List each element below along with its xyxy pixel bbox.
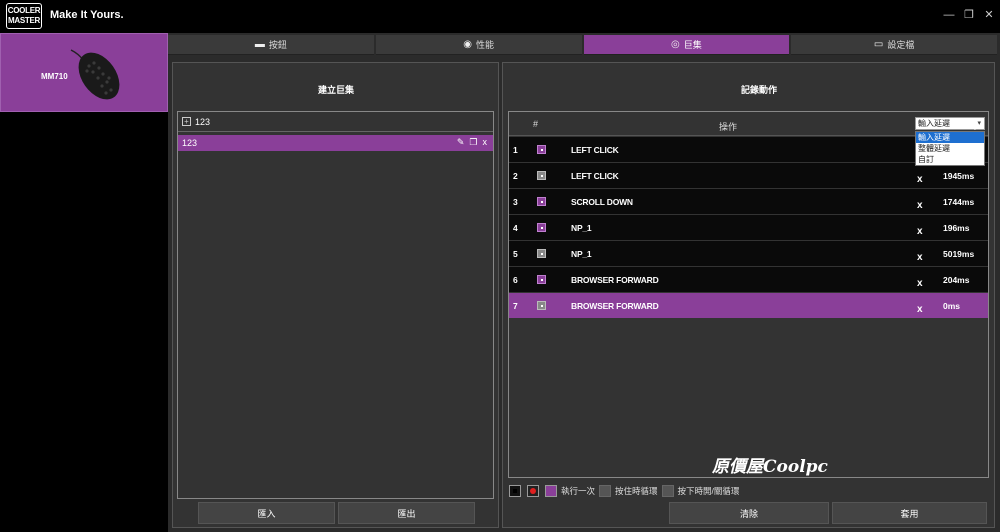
tab-macro[interactable]: ◎ 巨集 xyxy=(583,35,790,55)
delete-row-icon[interactable]: x xyxy=(917,174,923,185)
column-num: # xyxy=(533,119,539,129)
delete-row-icon[interactable]: x xyxy=(917,200,923,211)
table-row-selected[interactable]: 7 BROWSER FORWARD x 0ms xyxy=(509,293,988,318)
tab-label: 性能 xyxy=(475,40,494,50)
row-delay[interactable]: 0ms xyxy=(943,301,960,311)
title-bar: COOLER MASTER Make It Yours. — ❐ ✕ xyxy=(0,0,1000,32)
tab-label: 巨集 xyxy=(683,40,702,50)
hold-loop-radio[interactable] xyxy=(599,485,612,497)
row-action: NP_1 xyxy=(571,223,592,233)
delete-row-icon[interactable]: x xyxy=(917,226,923,237)
logo-line-1: COOLER xyxy=(7,6,41,15)
delete-icon[interactable]: x xyxy=(483,137,488,148)
copy-icon[interactable]: ❐ xyxy=(469,137,477,148)
delete-row-icon[interactable]: x xyxy=(917,304,923,315)
delay-type-options: 輸入延遲 整體延遲 自訂 xyxy=(915,131,985,166)
keyboard-icon: ▬ xyxy=(254,39,265,50)
apply-button[interactable]: 套用 xyxy=(832,502,987,524)
dropdown-option[interactable]: 輸入延遲 xyxy=(916,132,984,143)
mouse-image-icon xyxy=(70,49,120,100)
delete-row-icon[interactable]: x xyxy=(917,278,923,289)
row-delay[interactable]: 204ms xyxy=(943,275,969,285)
row-action: LEFT CLICK xyxy=(571,145,619,155)
macro-list-header: + 123 xyxy=(178,112,493,132)
toggle-loop-label: 按下時開/關循環 xyxy=(677,486,740,496)
actions-table: # 操作 1 LEFT CLICK 2 LEFT CLICK x 1945ms … xyxy=(508,111,989,478)
list-item[interactable]: 123 ✎ ❐ x xyxy=(178,135,493,151)
dropdown-option[interactable]: 自訂 xyxy=(916,154,984,165)
macro-item-label: 123 xyxy=(182,138,198,148)
table-row[interactable]: 4 NP_1 x 196ms xyxy=(509,215,988,240)
import-button[interactable]: 匯入 xyxy=(198,502,335,524)
tab-performance[interactable]: ◉ 性能 xyxy=(375,35,582,55)
tab-buttons[interactable]: ▬ 按鈕 xyxy=(168,35,374,55)
folder-icon: ▭ xyxy=(873,39,884,50)
macro-icon: ◎ xyxy=(671,39,680,50)
table-row[interactable]: 5 NP_1 x 5019ms xyxy=(509,241,988,266)
logo-line-2: MASTER xyxy=(8,16,40,25)
stop-record-button[interactable] xyxy=(509,485,521,497)
row-action: BROWSER FORWARD xyxy=(571,301,659,311)
device-card[interactable]: MM710 xyxy=(0,33,168,112)
maximize-button[interactable]: ❐ xyxy=(962,8,976,22)
table-row[interactable]: 3 SCROLL DOWN x 1744ms xyxy=(509,189,988,214)
tab-bar: ▬ 按鈕 ◉ 性能 ◎ 巨集 ▭ 設定檔 xyxy=(168,35,997,55)
row-number: 5 xyxy=(513,249,518,259)
speed-icon: ◉ xyxy=(463,39,472,50)
table-row[interactable]: 2 LEFT CLICK x 1945ms xyxy=(509,163,988,188)
cooler-master-logo: COOLER MASTER xyxy=(6,3,42,29)
record-controls: 執行一次 按住時循環 按下時開/關循環 xyxy=(509,484,739,498)
create-macro-title: 建立巨集 xyxy=(318,85,355,95)
row-delay[interactable]: 1744ms xyxy=(943,197,974,207)
key-down-icon xyxy=(537,275,546,284)
delay-type-value: 輸入延遲 xyxy=(918,119,950,128)
run-once-radio[interactable] xyxy=(545,485,557,497)
row-delay[interactable]: 1945ms xyxy=(943,171,974,181)
row-number: 7 xyxy=(513,301,518,311)
key-down-icon xyxy=(537,145,546,154)
column-action: 操作 xyxy=(719,122,738,132)
device-name: MM710 xyxy=(41,72,68,81)
mouse-pointer-icon: ➤ xyxy=(973,122,982,133)
row-number: 4 xyxy=(513,223,518,233)
key-down-icon xyxy=(537,223,546,232)
delete-row-icon[interactable]: x xyxy=(917,252,923,263)
row-number: 3 xyxy=(513,197,518,207)
row-action: BROWSER FORWARD xyxy=(571,275,659,285)
row-number: 6 xyxy=(513,275,518,285)
key-up-icon xyxy=(537,171,546,180)
left-sidebar xyxy=(0,112,168,532)
key-up-icon xyxy=(537,301,546,310)
tab-profiles[interactable]: ▭ 設定檔 xyxy=(791,35,997,55)
record-actions-title: 記錄動作 xyxy=(741,85,778,95)
run-once-label: 執行一次 xyxy=(561,486,596,496)
row-delay[interactable]: 196ms xyxy=(943,223,969,233)
app-tagline: Make It Yours. xyxy=(50,9,124,21)
row-action: LEFT CLICK xyxy=(571,171,619,181)
dropdown-option[interactable]: 整體延遲 xyxy=(916,143,984,154)
close-button[interactable]: ✕ xyxy=(982,8,996,22)
macro-list: + 123 123 ✎ ❐ x xyxy=(177,111,494,499)
tab-label: 按鈕 xyxy=(268,40,287,50)
clear-button[interactable]: 清除 xyxy=(669,502,829,524)
minimize-button[interactable]: — xyxy=(942,8,956,22)
key-up-icon xyxy=(537,249,546,258)
add-macro-icon[interactable]: + xyxy=(182,117,191,126)
row-action: NP_1 xyxy=(571,249,592,259)
hold-loop-label: 按住時循環 xyxy=(615,486,658,496)
macro-list-header-label: 123 xyxy=(195,116,211,127)
key-down-icon xyxy=(537,197,546,206)
row-number: 2 xyxy=(513,171,518,181)
row-delay[interactable]: 5019ms xyxy=(943,249,974,259)
tab-label: 設定檔 xyxy=(887,40,915,50)
table-row[interactable]: 6 BROWSER FORWARD x 204ms xyxy=(509,267,988,292)
toggle-loop-radio[interactable] xyxy=(661,485,674,497)
watermark: 原價屋Coolpc xyxy=(712,457,828,477)
export-button[interactable]: 匯出 xyxy=(338,502,475,524)
row-number: 1 xyxy=(513,145,518,155)
record-button[interactable] xyxy=(527,485,539,497)
edit-icon[interactable]: ✎ xyxy=(457,137,465,148)
row-action: SCROLL DOWN xyxy=(571,197,633,207)
